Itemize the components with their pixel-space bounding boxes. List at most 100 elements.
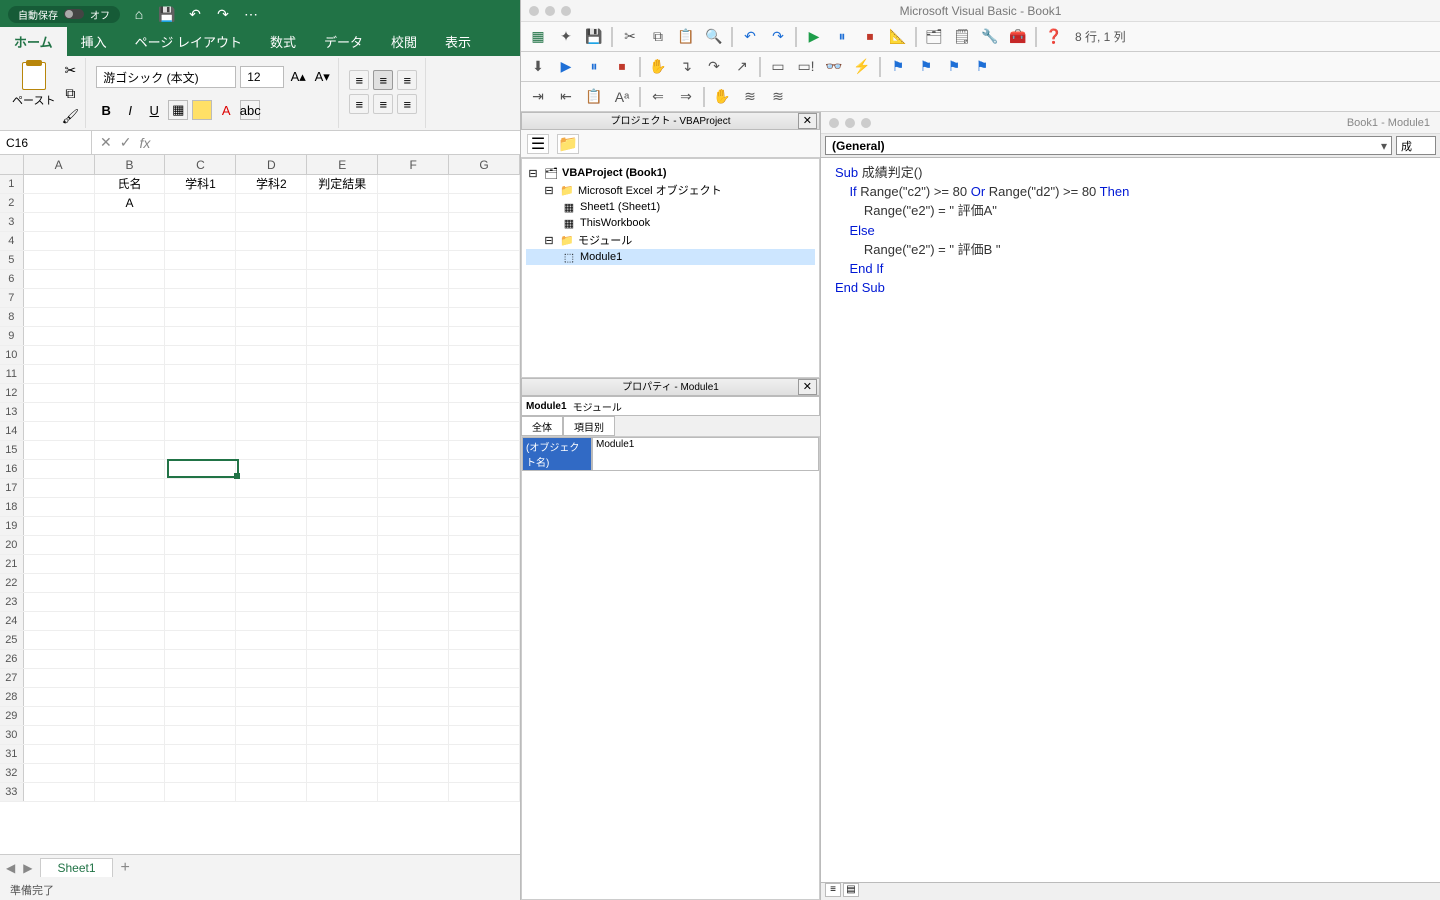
- cell[interactable]: [95, 384, 166, 402]
- cell[interactable]: [24, 194, 95, 212]
- row-header[interactable]: 29: [0, 707, 24, 725]
- paste-icon[interactable]: 📋: [675, 26, 697, 48]
- ribbon-tab[interactable]: ページ レイアウト: [121, 27, 256, 56]
- cell[interactable]: [95, 308, 166, 326]
- cell[interactable]: [236, 650, 307, 668]
- stop-icon[interactable]: ⏹: [859, 26, 881, 48]
- cell[interactable]: [236, 422, 307, 440]
- ribbon-tab[interactable]: 挿入: [67, 27, 121, 56]
- locals-icon[interactable]: ▭: [767, 56, 789, 78]
- cell[interactable]: 判定結果: [307, 175, 378, 193]
- cell[interactable]: [449, 403, 520, 421]
- cell[interactable]: [165, 555, 236, 573]
- cell[interactable]: [307, 707, 378, 725]
- prop-value[interactable]: Module1: [592, 437, 819, 471]
- cell[interactable]: [307, 441, 378, 459]
- cell[interactable]: [307, 555, 378, 573]
- cell[interactable]: [236, 517, 307, 535]
- row-header[interactable]: 23: [0, 593, 24, 611]
- cell[interactable]: [378, 175, 449, 193]
- cell[interactable]: [236, 593, 307, 611]
- spreadsheet-grid[interactable]: ABCDEFG 1氏名学科1学科2判定結果2A34567891011121314…: [0, 155, 520, 854]
- design-icon[interactable]: 📐: [887, 26, 909, 48]
- ribbon-tab[interactable]: 数式: [256, 27, 310, 56]
- project-icon[interactable]: 🗂: [923, 26, 945, 48]
- cell[interactable]: [165, 745, 236, 763]
- qat-save-icon[interactable]: 💾: [160, 7, 174, 21]
- cell[interactable]: [378, 213, 449, 231]
- cell[interactable]: [378, 232, 449, 250]
- italic-button[interactable]: I: [120, 100, 140, 120]
- align-left-icon[interactable]: ≡: [349, 94, 369, 114]
- cell[interactable]: [378, 612, 449, 630]
- row-header[interactable]: 8: [0, 308, 24, 326]
- cell[interactable]: [236, 194, 307, 212]
- cell[interactable]: [236, 764, 307, 782]
- bookmark-clear-icon[interactable]: ⚑: [971, 56, 993, 78]
- cell[interactable]: [378, 669, 449, 687]
- copy-icon[interactable]: ⧉: [61, 85, 79, 102]
- cell[interactable]: [307, 517, 378, 535]
- cell[interactable]: [95, 479, 166, 497]
- cell[interactable]: [165, 308, 236, 326]
- cell[interactable]: [95, 270, 166, 288]
- cell[interactable]: [307, 612, 378, 630]
- step-into-icon[interactable]: ↴: [675, 56, 697, 78]
- cell[interactable]: [24, 422, 95, 440]
- cell[interactable]: [378, 650, 449, 668]
- cell[interactable]: [165, 783, 236, 801]
- cell[interactable]: [449, 346, 520, 364]
- cell[interactable]: [95, 251, 166, 269]
- row-header[interactable]: 19: [0, 517, 24, 535]
- row-header[interactable]: 7: [0, 289, 24, 307]
- cell[interactable]: [449, 555, 520, 573]
- bold-button[interactable]: B: [96, 100, 116, 120]
- row-header[interactable]: 24: [0, 612, 24, 630]
- row-header[interactable]: 20: [0, 536, 24, 554]
- cell[interactable]: [307, 498, 378, 516]
- cell[interactable]: [165, 650, 236, 668]
- hand-icon[interactable]: ✋: [647, 56, 669, 78]
- cell[interactable]: [165, 441, 236, 459]
- cell[interactable]: [307, 593, 378, 611]
- cell[interactable]: [165, 612, 236, 630]
- cell[interactable]: [236, 365, 307, 383]
- cell[interactable]: [95, 403, 166, 421]
- cell[interactable]: [378, 403, 449, 421]
- cell[interactable]: [236, 555, 307, 573]
- cell[interactable]: [24, 479, 95, 497]
- cell[interactable]: [378, 745, 449, 763]
- cell[interactable]: [165, 536, 236, 554]
- cell[interactable]: [95, 517, 166, 535]
- cell[interactable]: [307, 213, 378, 231]
- compile-icon[interactable]: ⬇: [527, 56, 549, 78]
- ribbon-tab[interactable]: 表示: [431, 27, 485, 56]
- breakpoint-icon[interactable]: ✋: [711, 86, 733, 108]
- props-object-select[interactable]: Module1 モジュール: [521, 396, 820, 416]
- autosave-toggle[interactable]: 自動保存 オフ: [8, 6, 120, 23]
- cell[interactable]: [24, 270, 95, 288]
- cell[interactable]: [307, 783, 378, 801]
- cell[interactable]: [95, 422, 166, 440]
- code-editor[interactable]: Sub 成績判定() If Range("c2") >= 80 Or Range…: [821, 158, 1440, 882]
- cell[interactable]: [378, 726, 449, 744]
- cell[interactable]: [165, 498, 236, 516]
- cell[interactable]: [24, 403, 95, 421]
- cell[interactable]: [24, 688, 95, 706]
- cell[interactable]: [449, 251, 520, 269]
- cell[interactable]: [95, 612, 166, 630]
- cell[interactable]: [24, 612, 95, 630]
- align-center-icon[interactable]: ≡: [373, 94, 393, 114]
- properties-icon[interactable]: 🗒: [951, 26, 973, 48]
- excel-icon[interactable]: ▦: [527, 26, 549, 48]
- quickwatch-icon[interactable]: ⚡: [851, 56, 873, 78]
- toggle-icon[interactable]: ≋: [739, 86, 761, 108]
- cell[interactable]: [378, 346, 449, 364]
- row-header[interactable]: 1: [0, 175, 24, 193]
- cell[interactable]: [307, 403, 378, 421]
- props-tab-all[interactable]: 全体: [521, 416, 563, 436]
- cell[interactable]: [378, 422, 449, 440]
- cell[interactable]: [307, 232, 378, 250]
- window-controls[interactable]: [829, 118, 871, 128]
- immediate-icon[interactable]: ▭!: [795, 56, 817, 78]
